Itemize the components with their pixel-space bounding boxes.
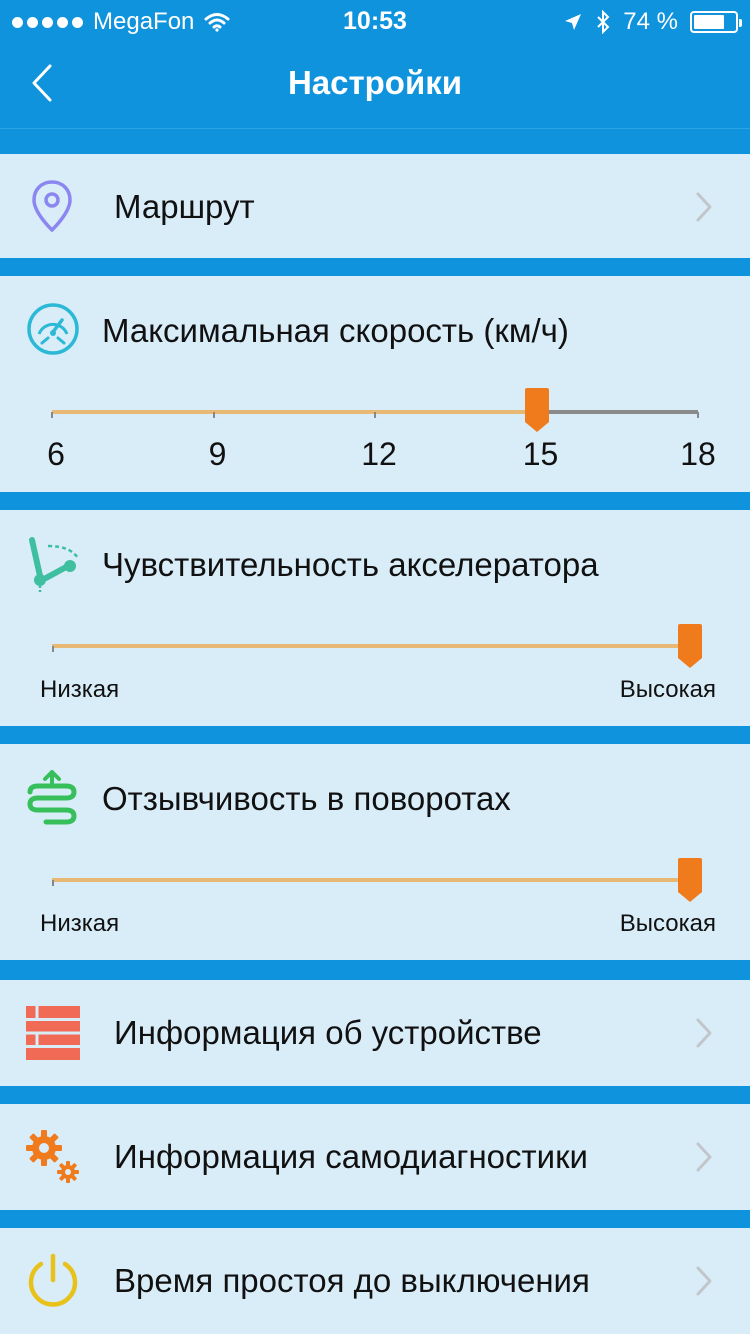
accelerator-high-label: Высокая [619,676,716,703]
slider-track-active [52,410,537,414]
status-bar: MegaFon 10:53 74 % [0,0,750,40]
max-speed-label: Максимальная скорость (км/ч) [102,312,569,349]
battery-percent: 74 % [623,8,678,35]
accelerator-low-label: Низкая [40,676,120,703]
battery-icon [690,11,742,33]
slider-tick [697,412,699,418]
slider-track-active [52,878,690,882]
curved-road-icon [27,770,77,825]
battery-level [694,15,724,29]
accelerator-row: Чувствительность акселератора Низкая Выс… [0,510,750,726]
idle-time-row[interactable]: Время простоя до выключения [0,1228,750,1334]
turning-high-label: Высокая [619,910,716,937]
turning-label: Отзывчивость в поворотах [102,780,511,817]
slider-track-active [52,644,690,648]
nav-bar: Настройки [0,40,750,128]
speed-tick-label: 6 [47,436,65,472]
slider-tick [52,646,54,652]
turning-low-label: Низкая [40,910,120,937]
device-info-row[interactable]: Информация об устройстве [0,980,750,1086]
chevron-right-icon [696,1142,712,1172]
self-diagnostics-label: Информация самодиагностики [114,1138,588,1175]
speed-tick-label: 15 [522,436,559,472]
idle-time-label: Время простоя до выключения [114,1262,590,1299]
turning-slider[interactable] [52,858,702,908]
slider-track-inactive [536,410,698,414]
bluetooth-icon [597,10,610,34]
chevron-right-icon [696,1018,712,1048]
slider-thumb[interactable] [677,858,703,904]
turning-row: Отзывчивость в поворотах Низкая Высокая [0,744,750,960]
pedal-icon [29,537,80,592]
grid-list-icon [26,1006,80,1060]
chevron-right-icon [696,192,712,222]
location-arrow-icon [565,14,582,30]
speed-tick-label: 9 [208,436,227,472]
slider-tick [52,880,54,886]
location-pin-icon [32,180,72,233]
max-speed-slider[interactable] [51,384,699,434]
power-icon [28,1253,78,1307]
chevron-right-icon [696,1266,712,1296]
nav-divider [0,128,750,129]
slider-tick [374,412,376,418]
route-row[interactable]: Маршрут [0,154,750,258]
accelerator-label: Чувствительность акселератора [102,546,599,583]
slider-tick [51,412,53,418]
speedometer-icon [27,303,79,355]
accelerator-slider[interactable] [52,624,702,674]
status-right: 74 % [563,8,742,36]
max-speed-row: Максимальная скорость (км/ч) 6 9 12 15 18 [0,276,750,492]
slider-thumb[interactable] [524,388,550,434]
page-title: Настройки [287,64,463,101]
gears-icon [26,1130,79,1183]
slider-tick [212,412,215,418]
self-diagnostics-row[interactable]: Информация самодиагностики [0,1104,750,1210]
device-info-label: Информация об устройстве [114,1014,542,1051]
route-label: Маршрут [114,188,255,225]
speed-tick-label: 12 [361,436,397,472]
speed-tick-label: 18 [680,436,716,472]
slider-thumb[interactable] [677,624,703,670]
